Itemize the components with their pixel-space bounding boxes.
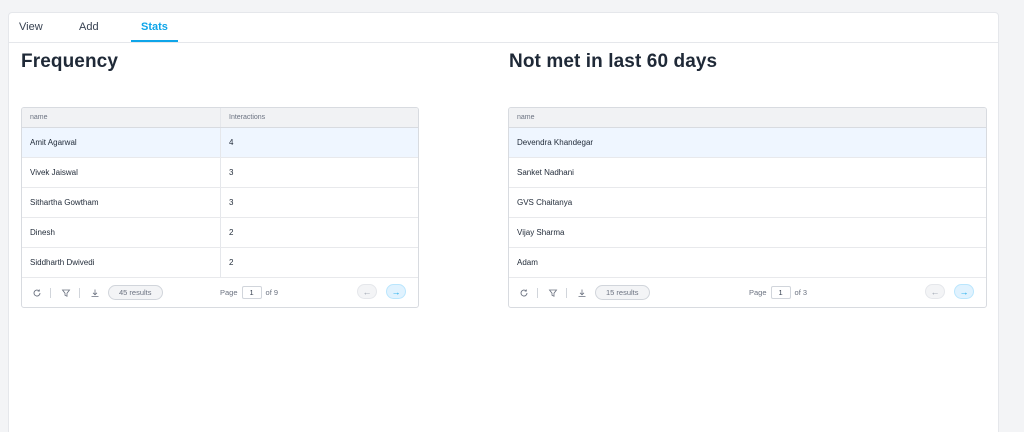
next-page-button[interactable]: → [386, 284, 406, 299]
cell-name: Devendra Khandegar [517, 138, 594, 147]
refresh-icon[interactable] [32, 288, 42, 298]
page-total: of 3 [794, 288, 808, 297]
cell-name: Dinesh [30, 228, 55, 237]
pagination: Page 1 of 3 [749, 286, 807, 299]
table-header: name Interactions [22, 108, 418, 128]
filter-icon[interactable] [548, 288, 558, 298]
page-total: of 9 [265, 288, 279, 297]
prev-page-button[interactable]: ← [357, 284, 377, 299]
tab-add[interactable]: Add [79, 21, 99, 41]
refresh-icon[interactable] [519, 288, 529, 298]
arrow-left-icon: ← [930, 286, 940, 297]
cell-name: Sanket Nadhani [517, 168, 574, 177]
cell-name: Vivek Jaiswal [30, 168, 78, 177]
table-row[interactable]: Vivek Jaiswal 3 [22, 158, 418, 188]
cell-interactions: 3 [220, 158, 418, 187]
filter-icon[interactable] [61, 288, 71, 298]
cell-name: GVS Chaitanya [517, 198, 573, 207]
table-row[interactable]: Sanket Nadhani [509, 158, 986, 188]
table-footer: 15 results Page 1 of 3 ← → [509, 278, 986, 307]
cell-name: Amit Agarwal [30, 138, 77, 147]
page-input[interactable]: 1 [770, 286, 791, 299]
results-count: 45 results [108, 285, 163, 300]
footer-divider [566, 287, 567, 298]
page-label: Page [220, 288, 238, 297]
arrow-right-icon: → [391, 286, 401, 297]
results-count: 15 results [595, 285, 650, 300]
cell-name: Sithartha Gowtham [30, 198, 99, 207]
frequency-table: name Interactions Amit Agarwal 4 Vivek J… [21, 107, 419, 308]
arrow-left-icon: ← [362, 286, 372, 297]
not-met-table: name Devendra Khandegar Sanket Nadhani G… [508, 107, 987, 308]
cell-interactions: 2 [220, 218, 418, 247]
table-row[interactable]: Siddharth Dwivedi 2 [22, 248, 418, 278]
table-row[interactable]: Vijay Sharma [509, 218, 986, 248]
table-row[interactable]: Amit Agarwal 4 [22, 128, 418, 158]
footer-divider [537, 287, 538, 298]
table-row[interactable]: Adam [509, 248, 986, 278]
tab-view[interactable]: View [19, 21, 43, 41]
table-row[interactable]: Sithartha Gowtham 3 [22, 188, 418, 218]
cell-name: Vijay Sharma [517, 228, 565, 237]
tab-stats[interactable]: Stats [131, 21, 178, 42]
frequency-title: Frequency [21, 51, 118, 72]
page-label: Page [749, 288, 767, 297]
download-icon[interactable] [577, 288, 587, 298]
column-header-name[interactable]: name [22, 108, 220, 127]
table-footer: 45 results Page 1 of 9 ← → [22, 278, 418, 307]
table-row[interactable]: Dinesh 2 [22, 218, 418, 248]
download-icon[interactable] [90, 288, 100, 298]
prev-page-button[interactable]: ← [925, 284, 945, 299]
cell-interactions: 3 [220, 188, 418, 217]
tab-bar: View Add Stats [9, 13, 998, 43]
table-row[interactable]: Devendra Khandegar [509, 128, 986, 158]
footer-divider [79, 287, 80, 298]
table-header: name [509, 108, 986, 128]
cell-name: Adam [517, 258, 538, 267]
cell-name: Siddharth Dwivedi [30, 258, 95, 267]
arrow-right-icon: → [959, 286, 969, 297]
table-row[interactable]: GVS Chaitanya [509, 188, 986, 218]
next-page-button[interactable]: → [954, 284, 974, 299]
cell-interactions: 4 [220, 128, 418, 157]
cell-interactions: 2 [220, 248, 418, 277]
page-input[interactable]: 1 [241, 286, 262, 299]
column-header-name[interactable]: name [509, 108, 986, 127]
not-met-title: Not met in last 60 days [509, 51, 718, 72]
footer-divider [50, 287, 51, 298]
stats-card: View Add Stats Frequency name Interactio… [8, 12, 999, 432]
pagination: Page 1 of 9 [220, 286, 278, 299]
column-header-interactions[interactable]: Interactions [220, 108, 418, 127]
